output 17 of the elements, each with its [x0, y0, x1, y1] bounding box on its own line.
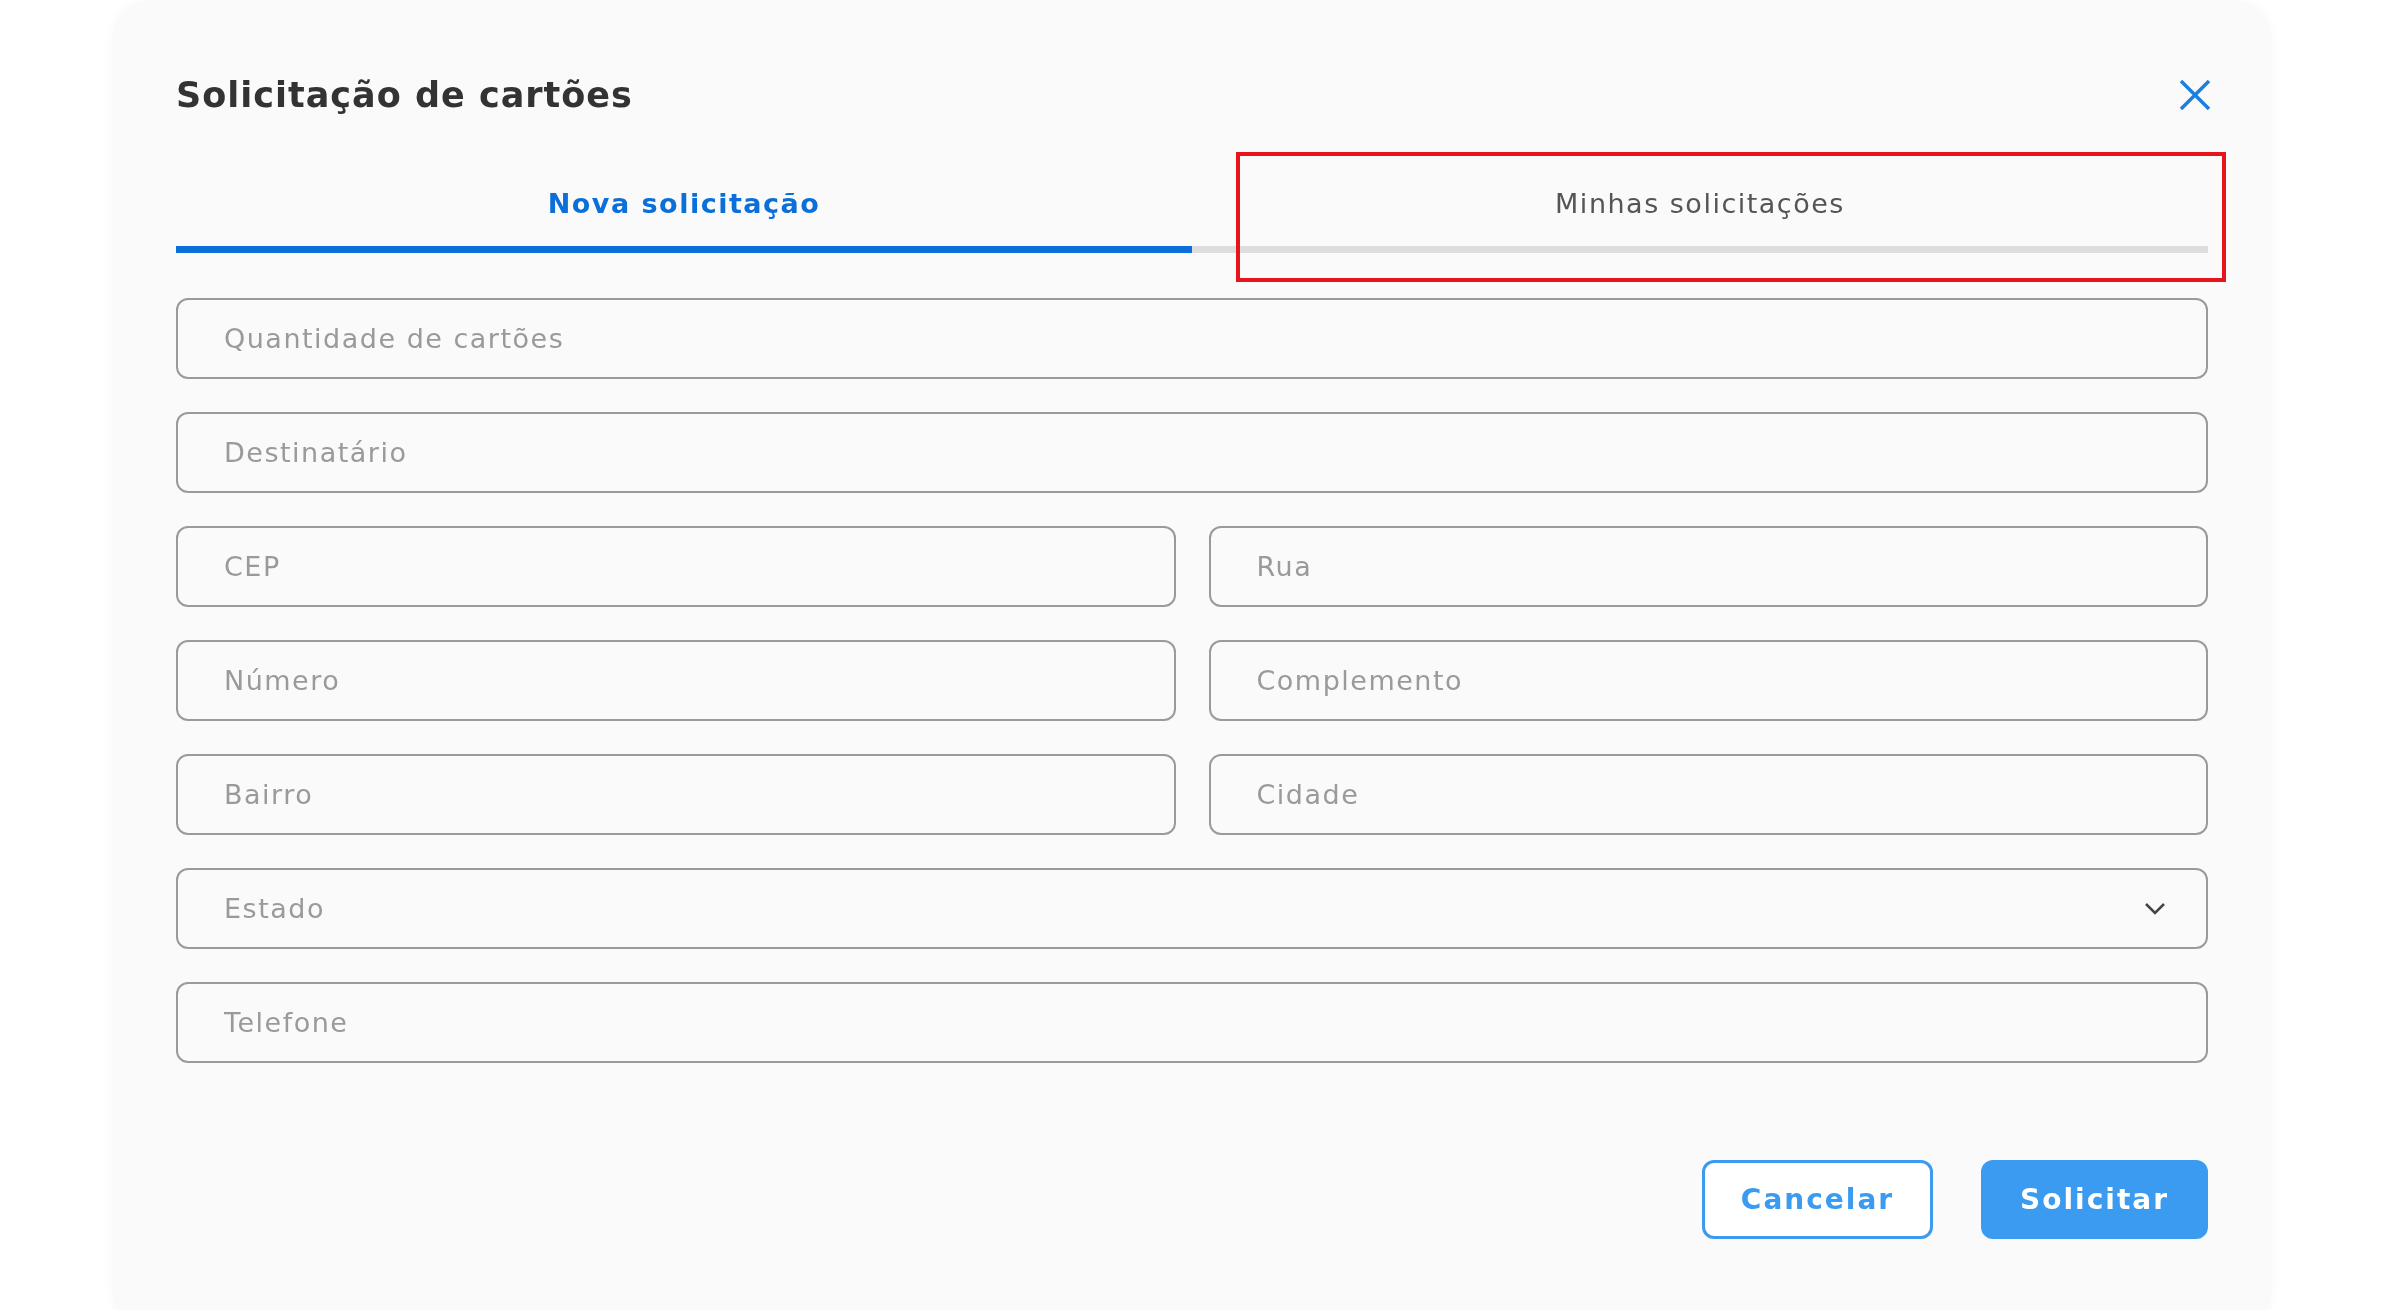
input-field[interactable]: Número [176, 640, 1176, 721]
select-field[interactable]: Estado [176, 868, 2208, 949]
tab[interactable]: Minhas solicitações [1192, 160, 2208, 253]
chevron-down-icon [2144, 901, 2166, 916]
close-icon[interactable] [2178, 78, 2212, 112]
input-field[interactable]: Quantidade de cartões [176, 298, 2208, 379]
input-field[interactable]: Cidade [1208, 754, 2208, 835]
input-field[interactable]: Telefone [176, 982, 2208, 1063]
input-field[interactable]: Complemento [1208, 640, 2208, 721]
tab[interactable]: Nova solicitação [176, 160, 1192, 253]
input-field[interactable]: Destinatário [176, 412, 2208, 493]
input-field[interactable]: CEP [176, 526, 1176, 607]
input-field[interactable]: Bairro [176, 754, 1176, 835]
dialog-title: Solicitação de cartões [176, 75, 633, 115]
cancel-button[interactable]: Cancelar [1701, 1160, 1934, 1239]
input-field[interactable]: Rua [1208, 526, 2208, 607]
submit-button[interactable]: Solicitar [1981, 1160, 2208, 1239]
